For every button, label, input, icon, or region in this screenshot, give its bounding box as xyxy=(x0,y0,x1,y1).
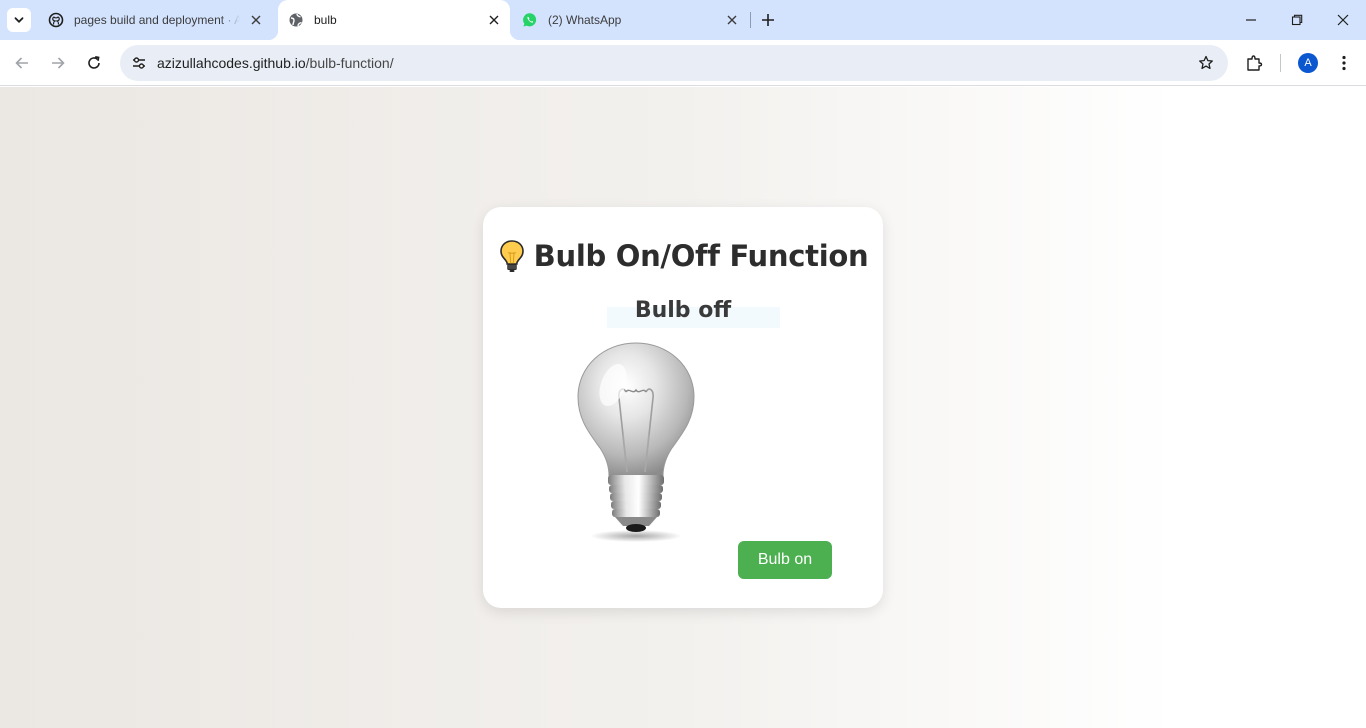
tab-title: (2) WhatsApp xyxy=(548,13,622,27)
browser-toolbar: azizullahcodes.github.io/bulb-function/ … xyxy=(0,40,1366,86)
reload-icon xyxy=(88,56,100,69)
url-path: /bulb-function/ xyxy=(305,55,394,71)
restore-icon xyxy=(1291,14,1303,26)
address-bar[interactable]: azizullahcodes.github.io/bulb-function/ xyxy=(120,45,1228,81)
extensions-button[interactable] xyxy=(1242,51,1266,75)
bookmark-button[interactable] xyxy=(1196,53,1216,73)
back-button[interactable] xyxy=(8,49,36,77)
close-window-button[interactable] xyxy=(1328,6,1358,34)
toolbar-separator xyxy=(1280,54,1281,72)
bulb-status-text: Bulb off xyxy=(634,298,732,323)
url-text[interactable]: azizullahcodes.github.io/bulb-function/ xyxy=(157,55,394,71)
tab-whatsapp[interactable]: (2) WhatsApp xyxy=(512,0,748,40)
tune-icon xyxy=(133,57,145,69)
close-icon xyxy=(1337,14,1349,26)
lightbulb-icon xyxy=(499,240,524,272)
more-vertical-icon xyxy=(1342,55,1346,71)
close-tab-icon[interactable] xyxy=(724,12,740,28)
arrow-right-icon xyxy=(52,57,65,69)
tab-search-button[interactable] xyxy=(7,8,31,32)
restore-button[interactable] xyxy=(1282,6,1312,34)
bulb-card: Bulb On/Off Function Bulb off Bulb on xyxy=(483,207,883,608)
globe-icon xyxy=(289,13,303,27)
puzzle-icon xyxy=(1247,55,1263,71)
url-domain: azizullahcodes.github.io xyxy=(157,55,306,71)
tab-bulb[interactable]: bulb xyxy=(268,0,520,40)
bulb-on-button[interactable]: Bulb on xyxy=(738,541,832,579)
minimize-icon xyxy=(1246,19,1256,21)
close-tab-icon[interactable] xyxy=(486,12,502,28)
star-icon xyxy=(1199,55,1213,70)
github-icon xyxy=(48,12,64,28)
new-tab-button[interactable] xyxy=(757,9,779,31)
arrow-left-icon xyxy=(15,57,28,69)
tab-github-pages[interactable]: pages build and deployment · A xyxy=(38,0,270,40)
forward-button[interactable] xyxy=(44,49,72,77)
plus-icon xyxy=(762,14,774,26)
page-heading: Bulb On/Off Function xyxy=(483,239,883,273)
close-tab-icon[interactable] xyxy=(248,12,264,28)
browser-menu-button[interactable] xyxy=(1332,51,1356,75)
profile-avatar[interactable]: A xyxy=(1298,53,1318,73)
minimize-button[interactable] xyxy=(1236,6,1266,34)
site-info-button[interactable] xyxy=(126,50,152,76)
tab-title: pages build and deployment · A xyxy=(74,13,240,27)
tab-strip: pages build and deployment · A bulb (2) … xyxy=(0,0,1366,40)
whatsapp-icon xyxy=(523,13,537,27)
page-viewport: Bulb On/Off Function Bulb off Bulb on xyxy=(0,87,1366,728)
bulb-off-image xyxy=(577,342,695,542)
page-title: Bulb On/Off Function xyxy=(533,239,869,273)
reload-button[interactable] xyxy=(80,49,108,77)
tab-separator xyxy=(750,12,751,28)
tab-title: bulb xyxy=(314,13,337,27)
chevron-down-icon xyxy=(14,17,24,23)
